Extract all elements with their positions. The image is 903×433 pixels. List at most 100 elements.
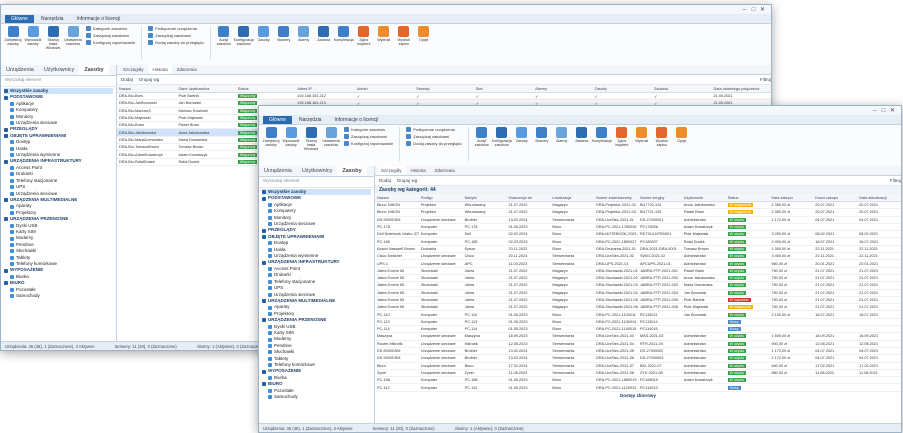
- column-header[interactable]: Status: [235, 85, 296, 93]
- table-row[interactable]: Cisco Switcher Urządzenie sieciowe Cisco 20…: [375, 252, 901, 261]
- column-header[interactable]: Numer inwentarzowy: [594, 194, 638, 202]
- left-tab-assets[interactable]: Zasoby: [337, 166, 367, 176]
- table-row[interactable]: Jabra Evolve 65 Słuchawki Jabra 21.07.2022 M…: [375, 303, 901, 312]
- minimize-icon[interactable]: –: [740, 7, 749, 13]
- table-row[interactable]: PC-110 Komputer PC-110 01.05.2023 Biuro DRA-P…: [375, 310, 901, 319]
- table-row[interactable]: Jabra Evolve 65 Słuchawki Jabra 21.07.2022 M…: [375, 281, 901, 290]
- ribbon-button[interactable]: Wprowadź zasoby: [24, 26, 42, 56]
- ribbon-small-item[interactable]: Zarządzaj zasobami: [148, 33, 203, 38]
- ribbon-small-item[interactable]: Podłączone urządzenia: [406, 127, 461, 132]
- ribbon-button[interactable]: Skanuj hasła Windows: [44, 26, 62, 56]
- tab-details[interactable]: Szczegóły: [377, 166, 406, 175]
- ribbon-tab-license[interactable]: Informacje o licencji: [70, 15, 126, 23]
- tab-events[interactable]: Zdarzenia: [431, 166, 459, 175]
- ribbon-button[interactable]: Wydruki: [375, 26, 393, 56]
- ribbon-button[interactable]: Zgłoś incydent: [613, 127, 631, 157]
- add-button[interactable]: Dodaj: [121, 77, 133, 82]
- ribbon-small-item[interactable]: Kategorie zasobów: [344, 127, 393, 132]
- ribbon-button[interactable]: Skanery: [533, 127, 551, 157]
- column-header[interactable]: Gwarancja do: [506, 194, 551, 202]
- table-row[interactable]: UPS 1 Urządzenie sieciowe APC 11.03.2023 Ser…: [375, 259, 901, 268]
- ribbon-tab-tools[interactable]: Narzędzia: [293, 116, 328, 124]
- table-row[interactable]: Jabra Evolve 65 Słuchawki Jabra 21.07.2022 M…: [375, 267, 901, 275]
- tree-item[interactable]: Samochody: [262, 394, 371, 400]
- table-row[interactable]: PC-114 Komputer PC-114 01.05.2023 Biuro DRA-P…: [375, 325, 901, 334]
- ribbon-tab-tools[interactable]: Narzędzia: [35, 15, 70, 23]
- ribbon-button[interactable]: Wydruk zapisu: [653, 127, 671, 157]
- column-header[interactable]: Podtyp: [418, 194, 463, 202]
- tree-item[interactable]: Samochody: [4, 293, 113, 299]
- search-input[interactable]: Wyszukaj element: [1, 76, 116, 87]
- filter-button[interactable]: Filtruj: [760, 77, 771, 82]
- tab-details[interactable]: Szczegóły: [119, 65, 148, 74]
- table-row[interactable]: Maszyna Urządzenie sieciowe Maszyna 18.09.2…: [375, 332, 901, 341]
- column-header[interactable]: Numer seryjny: [637, 194, 682, 202]
- ribbon-button[interactable]: Opcje: [673, 127, 691, 157]
- left-tab-users[interactable]: Użytkownicy: [39, 65, 80, 75]
- tab-history[interactable]: Historia: [148, 65, 172, 74]
- column-header[interactable]: Lokalizacja: [550, 194, 595, 202]
- table-row[interactable]: Dell Notebook Vostro 3791 Komputer Dell 02.…: [375, 230, 901, 239]
- ribbon-button[interactable]: Skanery: [275, 26, 293, 56]
- minimize-icon[interactable]: –: [870, 108, 879, 114]
- ribbon-button[interactable]: Wydruk zapisu: [395, 26, 413, 56]
- close-icon[interactable]: ✕: [888, 107, 897, 114]
- ribbon-button[interactable]: Zasoby: [255, 26, 273, 56]
- left-tab-users[interactable]: Użytkownicy: [297, 166, 338, 176]
- ribbon-tab-license[interactable]: Informacje o licencji: [328, 116, 384, 124]
- column-header[interactable]: Nazwa: [117, 85, 177, 93]
- column-header[interactable]: Zasoby: [592, 85, 653, 93]
- table-row[interactable]: PC-185 Komputer PC-185 02.03.2023 Biuro DRA-P…: [375, 237, 901, 246]
- table-row[interactable]: PC-112 Komputer PC-112 01.05.2023 Biuro DRA-P…: [375, 383, 901, 392]
- ribbon-button[interactable]: Wydruki: [633, 127, 651, 157]
- ribbon-button[interactable]: Zadania: [573, 127, 591, 157]
- ribbon-button[interactable]: Ustawienia zasobów: [322, 127, 340, 157]
- ribbon-button[interactable]: Zarejestruj zasoby: [4, 26, 22, 56]
- tab-events[interactable]: Zdarzenia: [173, 65, 201, 74]
- maximize-icon[interactable]: □: [749, 7, 758, 13]
- ribbon-button[interactable]: Alarmy: [553, 127, 571, 157]
- column-header[interactable]: Dane użytkownika: [176, 85, 236, 93]
- ribbon-button[interactable]: Audyt zasobów: [473, 127, 491, 157]
- table-row[interactable]: Jabra Evolve 65 Słuchawki Jabra 21.07.2022 M…: [375, 289, 901, 297]
- left-tab-devices[interactable]: Urządzenia: [1, 65, 39, 75]
- table-row[interactable]: Router Mikrotik Urządzenie sieciowe Mikrot…: [375, 340, 901, 348]
- ribbon-small-item[interactable]: Kategorie zasobów: [86, 26, 135, 31]
- left-tab-devices[interactable]: Urządzenia: [259, 166, 297, 176]
- table-row[interactable]: PC-113 Komputer PC-113 01.05.2023 Biuro DRA-P…: [375, 318, 901, 327]
- column-header[interactable]: Data ostatniego połączenia: [711, 85, 771, 93]
- column-header[interactable]: Admin: [354, 85, 415, 93]
- table-row[interactable]: Zyxel Urządzenie sieciowe Zyxel 11.08.2023 S…: [375, 369, 901, 378]
- table-row[interactable]: Biuro: NIKON Projektor Wbudowany 21.07.2022…: [375, 201, 901, 210]
- ribbon-button[interactable]: Kompletacja: [592, 127, 612, 157]
- ribbon-button[interactable]: Ustawienia zasobów: [64, 26, 82, 56]
- group-by-button[interactable]: Grupuj wg: [139, 77, 160, 82]
- ribbon-button[interactable]: Konfiguracja zasobów: [492, 127, 512, 157]
- ribbon-small-item[interactable]: Zarządzaj zasobami: [406, 134, 461, 139]
- ribbon-small-item[interactable]: Zarządzaj zasobami: [344, 134, 393, 139]
- table-row[interactable]: DRA-Biu-Bors Piotr Bartnik Włączony 192.168…: [117, 92, 771, 101]
- table-row[interactable]: PC-178 Komputer PC-178 01.05.2023 Biuro DRA-P…: [375, 223, 901, 232]
- ribbon-tab-home[interactable]: Główne: [263, 116, 292, 124]
- ribbon-tab-home[interactable]: Główne: [5, 15, 34, 23]
- table-row[interactable]: Biuro Urządzenie sieciowe Biuro 17.02.2024 S…: [375, 362, 901, 370]
- tab-history[interactable]: Historia: [407, 166, 430, 175]
- ribbon-button[interactable]: Zarejestruj zasoby: [262, 127, 280, 157]
- ribbon-small-item[interactable]: Dodaj zasoby do przeglądu: [406, 141, 462, 146]
- table-row[interactable]: Epson Naswiefi Brown Drukarka Epson 23.11.2…: [375, 245, 901, 254]
- column-header[interactable]: Nazwa: [375, 194, 419, 202]
- column-header[interactable]: Sieć: [473, 85, 534, 93]
- filter-button[interactable]: Filtruj: [890, 178, 901, 183]
- column-header[interactable]: Alarmy: [533, 85, 593, 93]
- ribbon-button[interactable]: Audyt zasobów: [215, 26, 233, 56]
- ribbon-small-item[interactable]: Dodaj zasoby do przeglądu: [148, 40, 204, 45]
- ribbon-button[interactable]: Konfiguracja zasobów: [234, 26, 254, 56]
- table-row[interactable]: PC-168 Komputer PC-168 01.05.2023 Biuro DRA-P…: [375, 376, 901, 385]
- ribbon-button[interactable]: Zasoby: [513, 127, 531, 157]
- ribbon-button[interactable]: Kompletacja: [334, 26, 354, 56]
- ribbon-button[interactable]: Alarmy: [295, 26, 313, 56]
- close-icon[interactable]: ✕: [758, 6, 767, 13]
- column-header[interactable]: Koszt zakupu: [813, 194, 858, 202]
- table-row[interactable]: DS-9000DSM Urządzenie sieciowe Brother 13.0…: [375, 347, 901, 356]
- table-row[interactable]: Biuro: NIKON Projektor Wbudowany 21.07.2022…: [375, 208, 901, 217]
